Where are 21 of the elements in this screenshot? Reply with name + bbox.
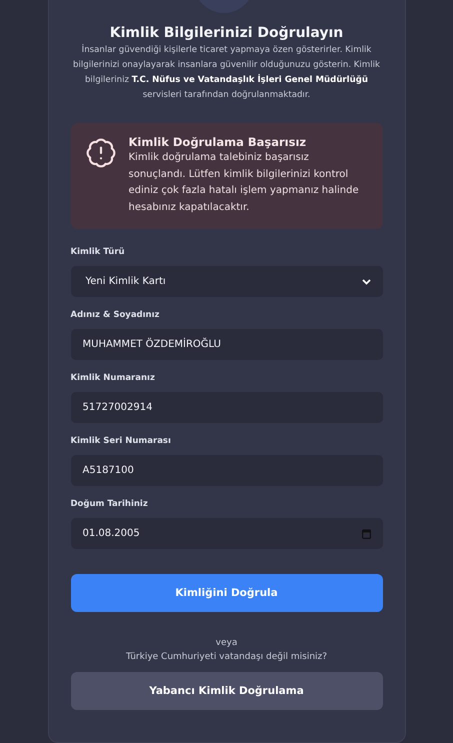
foreign-id-button[interactable]: Yabancı Kimlik Doğrulama [70,672,382,710]
verify-button[interactable]: Kimliğini Doğrula [70,574,382,612]
page-title: Kimlik Bilgilerinizi Doğrulayın [108,25,344,41]
calendar-icon [362,528,370,538]
field-label: Adınız & Soyadınız [70,310,160,320]
input-field[interactable]: 51727002914 [70,392,382,423]
field-label: Kimlik Numaranız [70,373,156,383]
input-field[interactable]: A5187100 [70,455,382,486]
description-text: İnsanlar güvendiği kişilerle ticaret yapmaya özen gösterirler. Kimlik bilgilerinizi onaylayarak insanlara güvenilir olduğunuzu gösterin. Kimlik bilgileriniz T.C. Nüfus ve Vatandaşlık İşleri Genel Müdürlüğü servisleri tarafından doğrulanmaktadır. [72,43,381,102]
question-text: Türkiye Cumhuriyeti vatandaşı değil misiniz? [124,650,328,664]
separator-text: veya [214,637,238,650]
alert-message: Kimlik doğrulama talebiniz başarısız sonuçlandı. Lütfen kimlik bilgilerinizi kontrol ediniz çok fazla hatalı işlem yapmanız halinde hesabınız kapatılacaktır. [128,151,360,214]
input-field[interactable]: MUHAMMET ÖZDEMİROĞLU [70,329,382,360]
alert-title: Kimlik Doğrulama Başarısız [128,135,308,149]
warning-badge-icon [84,137,116,169]
field-label: Kimlik Türü [70,247,126,257]
chevron-down-icon [362,278,370,284]
select-field[interactable]: Yeni Kimlik Kartı [70,266,382,297]
field-label: Doğum Tarihiniz [70,499,149,509]
date-field[interactable]: 01.08.2005 [70,518,382,549]
field-label: Kimlik Seri Numarası [70,436,172,446]
